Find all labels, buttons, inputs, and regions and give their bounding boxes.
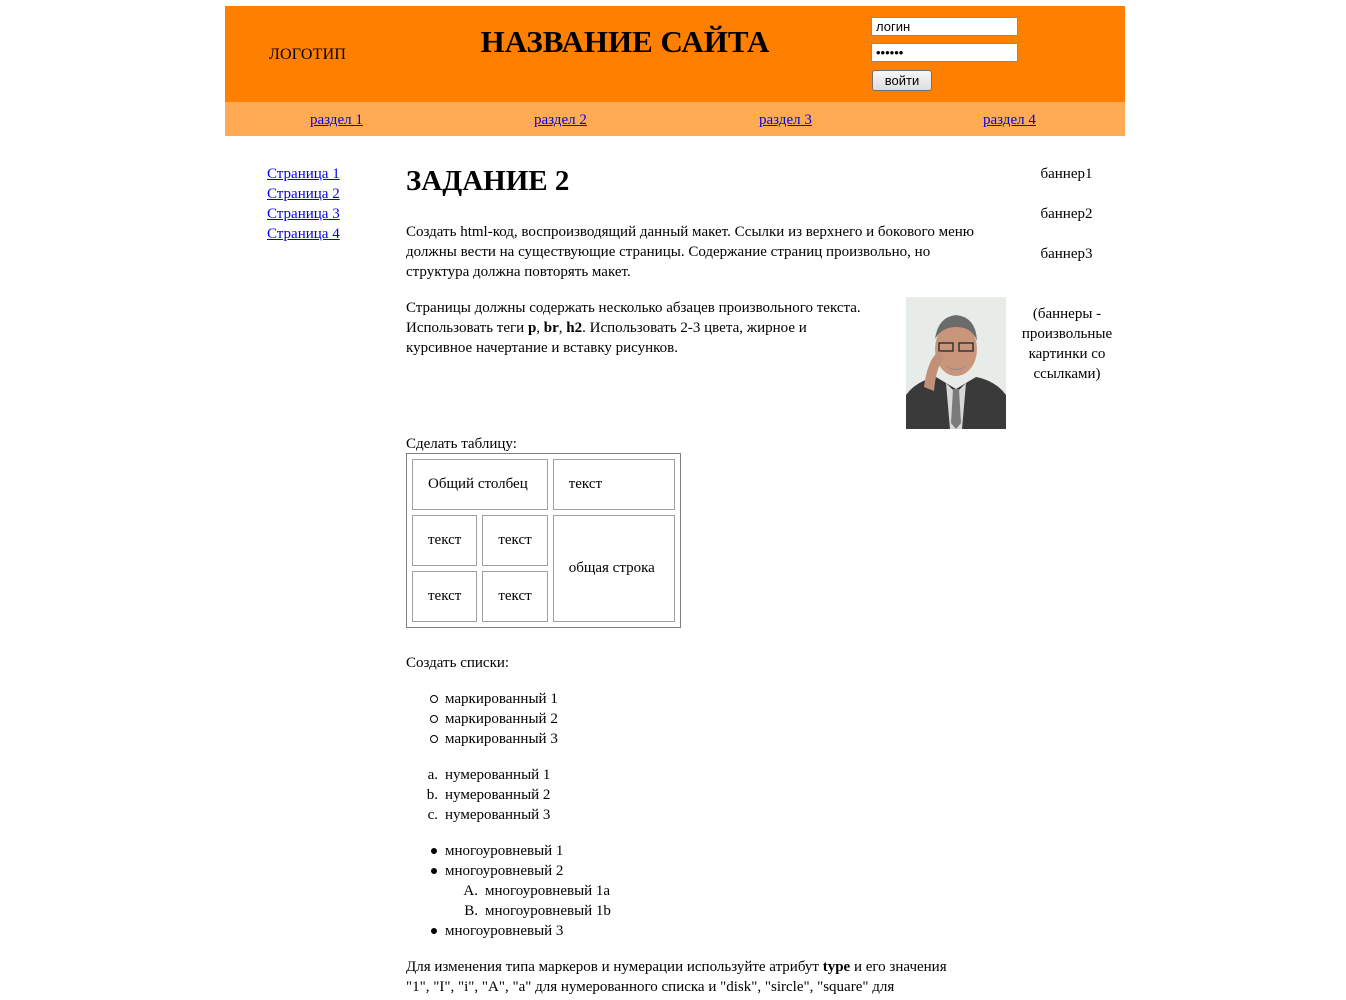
list-marker: b. xyxy=(426,787,438,803)
top-nav: раздел 1 раздел 2 раздел 3 раздел 4 xyxy=(225,102,1125,136)
list-marker: a. xyxy=(427,767,438,783)
disc-bullet-icon xyxy=(431,868,437,874)
list-item: многоуровневый 1b xyxy=(485,903,611,919)
nav-link-section-1[interactable]: раздел 1 xyxy=(310,112,363,129)
list-marker: B. xyxy=(464,903,478,919)
portrait-image xyxy=(906,297,1006,429)
list-item: нумерованный 1 xyxy=(445,767,551,783)
nav-link-section-4[interactable]: раздел 4 xyxy=(983,112,1036,129)
circle-bullet-icon xyxy=(430,695,438,703)
side-link-page-4[interactable]: Страница 4 xyxy=(267,224,340,244)
table-intro: Сделать таблицу: xyxy=(406,436,517,452)
footer-note: Для изменения типа маркеров и нумерации … xyxy=(406,957,1006,997)
list-item: маркированный 2 xyxy=(445,711,558,727)
login-input[interactable] xyxy=(871,17,1018,36)
task-paragraph-1: Создать html-код, воспроизводящий данный… xyxy=(406,224,974,280)
list-item: многоуровневый 3 xyxy=(445,923,564,939)
banner-2[interactable]: баннер2 xyxy=(1010,204,1123,224)
paragraph-2-line-1: Страницы должны содержать несколько абза… xyxy=(406,300,861,316)
lists-intro: Создать списки: xyxy=(406,655,510,671)
nav-link-section-2[interactable]: раздел 2 xyxy=(534,112,587,129)
list-item: нумерованный 3 xyxy=(445,807,551,823)
site-header: ЛОГОТИП НАЗВАНИЕ САЙТА войти xyxy=(225,6,1125,102)
side-link-page-2[interactable]: Страница 2 xyxy=(267,184,340,204)
side-link-page-1[interactable]: Страница 1 xyxy=(267,164,340,184)
list-marker: A. xyxy=(463,883,478,899)
login-button[interactable]: войти xyxy=(872,70,932,91)
table-cell: текст xyxy=(552,459,675,510)
task-paragraph-2: Страницы должны содержать несколько абза… xyxy=(406,298,901,358)
list-item: маркированный 3 xyxy=(445,731,558,747)
sample-table: Общий столбец текст текст текст общая ст… xyxy=(406,453,681,628)
password-input[interactable] xyxy=(871,43,1018,62)
banner-3[interactable]: баннер3 xyxy=(1010,244,1123,264)
table-cell: текст xyxy=(412,515,478,566)
table-cell: текст xyxy=(482,515,548,566)
disc-bullet-icon xyxy=(431,928,437,934)
table-cell-merged-column: Общий столбец xyxy=(412,459,548,510)
paragraph-2-line-3: курсивное начертание и вставку рисунков. xyxy=(406,340,679,356)
circle-bullet-icon xyxy=(430,715,438,723)
list-item: многоуровневый 1a xyxy=(485,883,611,899)
paragraph-2-line-2: Использовать теги p, br, h2. Использоват… xyxy=(406,320,807,336)
table-cell: текст xyxy=(412,571,478,622)
portrait-photo xyxy=(906,297,1006,429)
footer-note-line-1: Для изменения типа маркеров и нумерации … xyxy=(406,959,947,975)
nav-link-section-3[interactable]: раздел 3 xyxy=(759,112,812,129)
banner-1[interactable]: баннер1 xyxy=(1010,164,1123,184)
list-item: маркированный 1 xyxy=(445,691,558,707)
disc-bullet-icon xyxy=(431,848,437,854)
side-link-page-3[interactable]: Страница 3 xyxy=(267,204,340,224)
list-item: многоуровневый 1 xyxy=(445,843,564,859)
list-item: многоуровневый 2 xyxy=(445,863,564,879)
circle-bullet-icon xyxy=(430,735,438,743)
list-marker: c. xyxy=(427,807,438,823)
task-title: ЗАДАНИЕ 2 xyxy=(406,165,570,197)
footer-note-line-2: "1", "I", "i", "A", "a" для нумерованног… xyxy=(406,979,895,995)
banners-note: (баннеры - произвольные картинки со ссыл… xyxy=(1021,306,1113,382)
table-cell-merged-row: общая строка xyxy=(552,515,675,622)
list-item: нумерованный 2 xyxy=(445,787,551,803)
table-cell: текст xyxy=(482,571,548,622)
side-menu: Страница 1 Страница 2 Страница 3 Страниц… xyxy=(267,164,340,244)
